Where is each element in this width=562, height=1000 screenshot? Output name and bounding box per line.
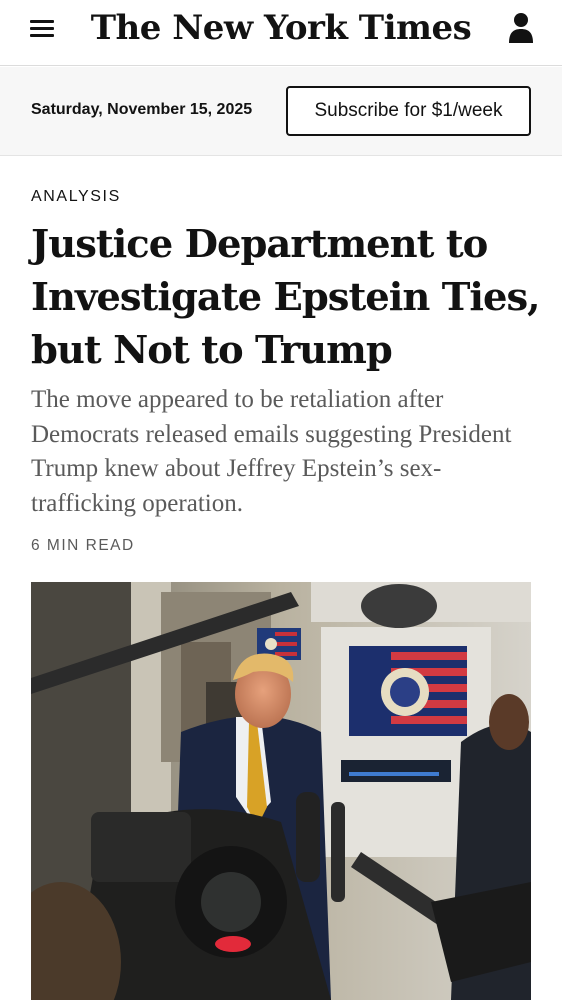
article-kicker: ANALYSIS xyxy=(31,188,121,205)
article-lead-photo[interactable] xyxy=(31,582,531,1000)
current-date: Saturday, November 15, 2025 xyxy=(31,101,253,118)
subscribe-button[interactable]: Subscribe for $1/week xyxy=(286,86,531,136)
date-subscribe-bar: Saturday, November 15, 2025 Subscribe fo… xyxy=(0,67,562,156)
top-navigation-bar: The New York Times xyxy=(0,0,562,66)
user-account-icon[interactable] xyxy=(508,12,534,44)
read-time: 6 MIN READ xyxy=(31,537,135,554)
article-summary: The move appeared to be retaliation afte… xyxy=(31,386,512,517)
nyt-logo[interactable]: The New York Times xyxy=(0,8,562,48)
article-headline: Justice Department to Investigate Epstei… xyxy=(31,222,541,373)
